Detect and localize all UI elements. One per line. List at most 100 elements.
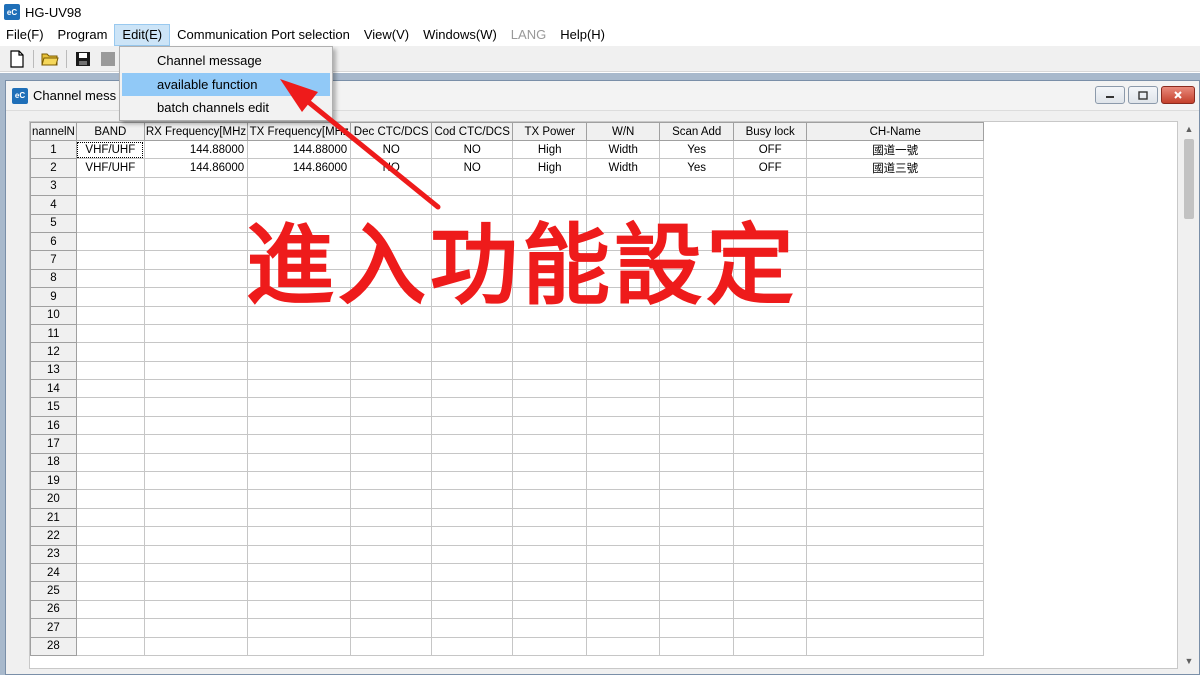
grid-cell[interactable]: 144.86000 [247,158,352,178]
table-row[interactable]: 2 VHF/UHF 144.86000 144.86000 NO NO High Width Y… [30,158,985,178]
grid-cell[interactable] [659,397,735,417]
grid-cell[interactable] [350,489,433,509]
grid-cell[interactable] [733,526,808,546]
grid-cell[interactable] [143,268,249,289]
grid-cell[interactable] [75,379,145,399]
grid-cell[interactable] [733,360,808,381]
grid-cell[interactable] [806,323,985,344]
grid-cell[interactable] [75,360,145,381]
open-folder-icon[interactable] [41,50,59,68]
grid-cell[interactable] [247,544,352,564]
grid-cell[interactable] [659,581,735,601]
grid-cell[interactable] [75,581,145,601]
menu-communication-port-selection[interactable]: Communication Port selection [170,24,357,46]
grid-cell[interactable] [806,618,985,638]
grid-cell[interactable] [350,636,433,656]
grid-cell[interactable] [350,562,433,583]
grid-cell[interactable] [143,231,249,252]
grid-cell[interactable] [512,636,588,656]
grid-cell[interactable]: NO [350,158,433,178]
grid-cell[interactable] [143,305,249,325]
grid-cell[interactable] [806,176,985,197]
grid-cell[interactable]: 144.88000 [247,139,352,160]
grid-cell[interactable] [75,250,145,270]
table-row[interactable]: 17 [30,434,985,454]
grid-cell[interactable] [512,618,588,638]
grid-cell[interactable] [586,452,661,473]
grid-cell[interactable] [659,452,735,473]
grid-cell[interactable] [350,471,433,491]
grid-cell[interactable] [350,342,433,362]
row-number[interactable]: 11 [30,323,77,344]
grid-cell[interactable] [586,489,661,509]
grid-cell[interactable] [143,636,249,656]
menu-item-available-function[interactable]: available function [122,72,330,96]
close-icon[interactable] [1161,86,1195,104]
grid-cell[interactable] [247,342,352,362]
column-header[interactable]: TX Frequency[MHz [247,122,352,141]
grid-cell[interactable] [586,562,661,583]
grid-cell[interactable] [350,544,433,564]
column-header[interactable]: W/N [586,122,661,141]
table-row[interactable]: 26 [30,599,985,620]
grid-cell[interactable]: NO [350,139,433,160]
save-disk-icon[interactable] [74,50,92,68]
grid-cell[interactable] [75,176,145,197]
grid-cell[interactable] [431,581,514,601]
grid-cell[interactable] [75,434,145,454]
grid-cell[interactable] [143,213,249,233]
grid-cell[interactable] [733,379,808,399]
grid-cell[interactable] [75,305,145,325]
grid-cell[interactable] [75,268,145,289]
row-number[interactable]: 26 [30,599,77,620]
table-row[interactable]: 13 [30,360,985,381]
row-number[interactable]: 9 [30,287,77,307]
grid-cell[interactable] [75,231,145,252]
grid-cell[interactable] [733,323,808,344]
grid-cell[interactable] [143,379,249,399]
grid-cell[interactable] [75,544,145,564]
grid-cell[interactable] [806,544,985,564]
row-number[interactable]: 13 [30,360,77,381]
grid-cell[interactable] [512,562,588,583]
grid-cell[interactable] [75,213,145,233]
grid-cell[interactable] [659,489,735,509]
grid-cell[interactable] [659,379,735,399]
grid-cell[interactable] [350,452,433,473]
grid-cell[interactable] [586,379,661,399]
row-number[interactable]: 7 [30,250,77,270]
row-number[interactable]: 14 [30,379,77,399]
grid-cell[interactable] [512,452,588,473]
row-number[interactable]: 19 [30,471,77,491]
table-row[interactable]: 22 [30,526,985,546]
grid-cell[interactable] [143,323,249,344]
grid-cell[interactable] [143,471,249,491]
grid-cell[interactable] [806,452,985,473]
grid-cell[interactable]: High [512,139,588,160]
grid-cell[interactable] [247,618,352,638]
grid-cell[interactable] [431,452,514,473]
channel-grid[interactable]: nannelN BAND RX Frequency[MHz TX Frequency[… [30,122,985,656]
grid-cell[interactable] [143,342,249,362]
grid-cell[interactable] [431,360,514,381]
grid-cell[interactable]: Width [586,139,661,160]
grid-cell[interactable] [350,176,433,197]
grid-cell[interactable] [75,452,145,473]
menu-help[interactable]: Help(H) [553,24,612,46]
grid-cell[interactable] [75,195,145,215]
column-header[interactable]: TX Power [512,122,588,141]
row-number[interactable]: 16 [30,415,77,436]
grid-cell[interactable] [431,342,514,362]
grid-cell[interactable] [247,636,352,656]
grid-cell[interactable] [512,360,588,381]
grid-cell[interactable] [247,360,352,381]
grid-cell[interactable] [586,415,661,436]
grid-cell[interactable] [143,599,249,620]
grid-cell[interactable] [431,526,514,546]
grid-cell[interactable] [659,360,735,381]
grid-cell[interactable] [247,176,352,197]
grid-cell[interactable] [431,415,514,436]
new-file-icon[interactable] [8,49,26,68]
grid-cell[interactable] [806,379,985,399]
grid-cell[interactable] [806,636,985,656]
